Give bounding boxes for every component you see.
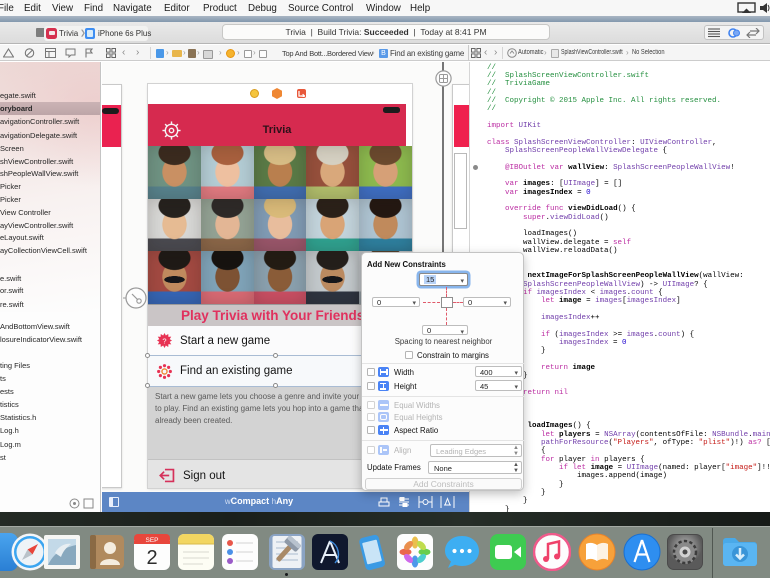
svg-text:SEP: SEP <box>145 537 158 544</box>
svg-text:2: 2 <box>146 547 157 569</box>
svg-text:?: ? <box>162 337 166 346</box>
